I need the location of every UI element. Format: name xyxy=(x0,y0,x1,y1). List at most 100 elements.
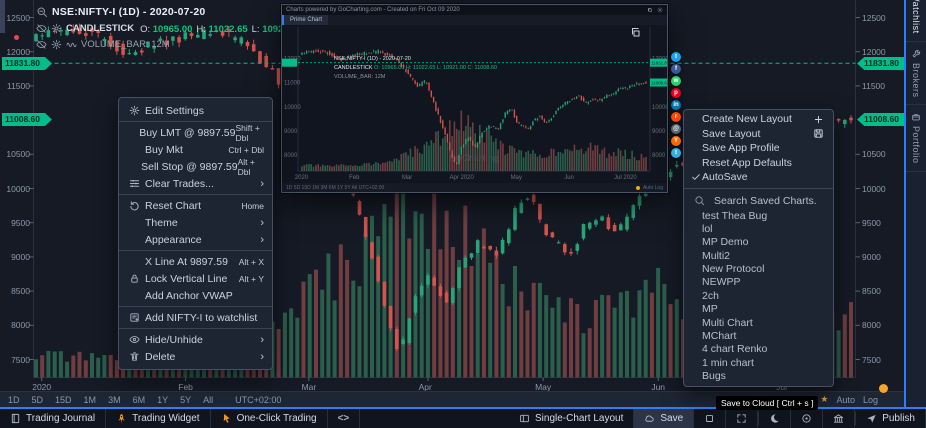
sidebar-tab-brokers[interactable]: Brokers xyxy=(906,42,926,106)
preview-legend-symbol: NSE:NIFTY-I (1D) - 2020-07-20 xyxy=(334,55,411,63)
rocket-icon xyxy=(116,413,127,424)
saved-chart-item[interactable]: MChart xyxy=(684,330,833,343)
layout-menu-item[interactable]: AutoSave xyxy=(684,170,833,185)
svg-text:8000: 8000 xyxy=(652,153,666,159)
saved-chart-item[interactable]: Multi Chart xyxy=(684,317,833,330)
share-pinterest-button[interactable]: p xyxy=(671,88,681,98)
range-button-all[interactable]: All xyxy=(203,395,213,405)
saved-chart-item[interactable]: MP Demo xyxy=(684,236,833,249)
range-button-1d[interactable]: 1D xyxy=(8,395,20,405)
share-email-button[interactable]: @ xyxy=(671,124,681,134)
menu-item[interactable]: Edit Settings xyxy=(119,102,272,119)
toolbar-button-label: Single-Chart Layout xyxy=(535,413,623,424)
toolbar-one-click-trading-button[interactable]: One-Click Trading xyxy=(211,409,328,428)
wrench-icon xyxy=(911,49,921,59)
svg-text:Apr 2020: Apr 2020 xyxy=(450,175,475,181)
svg-text:10000: 10000 xyxy=(652,105,667,111)
eye-icon xyxy=(129,334,140,345)
collapsed-toolbar-strip[interactable] xyxy=(0,0,5,33)
range-button-6m[interactable]: 6M xyxy=(133,395,146,405)
saved-chart-item[interactable]: NEWPP xyxy=(684,276,833,289)
auto-scale-toggle[interactable]: Auto xyxy=(836,395,855,405)
ohlc-key: L: xyxy=(252,24,263,35)
toolbar-single-chart-layout-button[interactable]: Single-Chart Layout xyxy=(509,409,634,428)
share-twitter-button[interactable]: t xyxy=(671,52,681,62)
sidebar-tab-portfolio[interactable]: Portfolio xyxy=(906,105,926,172)
saved-chart-item[interactable]: lol xyxy=(684,223,833,236)
toolbar-target-button[interactable] xyxy=(791,409,823,428)
saved-chart-item[interactable]: 2ch xyxy=(684,290,833,303)
code-icon: <> xyxy=(338,413,350,424)
menu-section: Edit Settings xyxy=(119,100,272,121)
toolbar-moon-button[interactable] xyxy=(759,409,791,428)
saved-charts-list: test Thea BuglolMP DemoMulti2New Protoco… xyxy=(684,210,833,384)
saved-chart-item[interactable]: 1 min chart xyxy=(684,357,833,370)
saved-chart-item[interactable]: New Protocol xyxy=(684,263,833,276)
share-hackernews-button[interactable]: Y xyxy=(671,136,681,146)
gear-icon[interactable] xyxy=(51,23,62,34)
share-whatsapp-button[interactable]: w xyxy=(671,76,681,86)
saved-chart-item[interactable]: test Thea Bug xyxy=(684,210,833,223)
log-scale-toggle[interactable]: Log xyxy=(863,395,878,405)
timezone-label[interactable]: UTC+02:00 xyxy=(235,395,281,405)
toolbar-publish-button[interactable]: Publish xyxy=(856,409,926,428)
toolbar-trading-widget-button[interactable]: Trading Widget xyxy=(106,409,210,428)
range-button-15d[interactable]: 15D xyxy=(55,395,72,405)
saved-chart-item[interactable]: 4 chart Renko xyxy=(684,343,833,356)
share-telegram-button[interactable]: t xyxy=(671,148,681,158)
ohlc-value: 10965.00 xyxy=(153,24,193,35)
menu-item[interactable]: Sell Stop @ 9897.59Alt + Dbl xyxy=(119,158,272,175)
range-button-3m[interactable]: 3M xyxy=(108,395,121,405)
star-icon[interactable]: ★ xyxy=(820,394,828,405)
menu-item[interactable]: Add NIFTY-I to watchlist xyxy=(119,309,272,326)
sidebar-tab-watchlist[interactable]: Watchlist xyxy=(906,0,926,42)
layout-menu-item[interactable]: Reset App Defaults xyxy=(684,156,833,171)
preview-legend-volume: VOLUME_BAR: 12M xyxy=(334,73,385,81)
toolbar-expand-button[interactable] xyxy=(726,409,758,428)
layout-menu-item[interactable]: Save Layout xyxy=(684,127,833,142)
sidebar-tab-label: Brokers xyxy=(911,63,921,98)
toolbar-square-button[interactable] xyxy=(694,409,726,428)
book-icon xyxy=(10,413,21,424)
range-button-1m[interactable]: 1M xyxy=(84,395,97,405)
toolbar-bank-button[interactable] xyxy=(823,409,855,428)
range-button-1y[interactable]: 1Y xyxy=(157,395,168,405)
layout-menu-item[interactable]: Create New Layout xyxy=(684,112,833,127)
menu-item[interactable]: Reset ChartHome xyxy=(119,197,272,214)
share-linkedin-button[interactable]: in xyxy=(671,100,681,110)
menu-item[interactable]: Buy LMT @ 9897.59Shift + Dbl xyxy=(119,124,272,141)
range-button-5d[interactable]: 5D xyxy=(32,395,44,405)
menu-item-shortcut: Alt + X xyxy=(239,257,264,267)
layout-menu-item[interactable]: Save App Profile xyxy=(684,141,833,156)
price-tick-label: 9000 xyxy=(862,252,892,262)
menu-item[interactable]: Clear Trades...› xyxy=(119,175,272,192)
bank-icon xyxy=(833,413,844,424)
eyeoff-icon[interactable] xyxy=(36,23,47,34)
menu-item[interactable]: Hide/Unhide› xyxy=(119,331,272,348)
toolbar-save-button[interactable]: Save xyxy=(634,409,694,428)
menu-item[interactable]: Theme› xyxy=(119,214,272,231)
menu-item[interactable]: X Line At 9897.59Alt + X xyxy=(119,253,272,270)
toolbar---button[interactable]: <> xyxy=(328,409,361,428)
gear-icon xyxy=(657,7,663,13)
menu-item[interactable]: Add Anchor VWAP xyxy=(119,287,272,304)
menu-item[interactable]: Delete› xyxy=(119,348,272,365)
toolbar-trading-journal-button[interactable]: Trading Journal xyxy=(0,409,106,428)
saved-chart-item[interactable]: MP xyxy=(684,303,833,316)
gear-icon[interactable] xyxy=(51,39,62,50)
submenu-arrow-icon: › xyxy=(260,179,264,189)
share-facebook-button[interactable]: f xyxy=(671,64,681,74)
share-reddit-button[interactable]: r xyxy=(671,112,681,122)
menu-item[interactable]: Lock Vertical LineAlt + Y xyxy=(119,270,272,287)
menu-item[interactable]: Appearance› xyxy=(119,231,272,248)
saved-charts-search[interactable] xyxy=(684,188,833,210)
search-input[interactable] xyxy=(712,194,851,208)
saved-chart-item[interactable]: Bugs xyxy=(684,370,833,383)
svg-text:Jun: Jun xyxy=(564,175,574,181)
saved-chart-item[interactable]: Multi2 xyxy=(684,250,833,263)
menu-item[interactable]: Buy MktCtrl + Dbl xyxy=(119,141,272,158)
eyeoff-icon[interactable] xyxy=(36,39,47,50)
preview-chart-canvas: 1200012000110001100010000100009000900080… xyxy=(282,25,667,183)
svg-text:2020: 2020 xyxy=(295,175,309,181)
range-button-5y[interactable]: 5Y xyxy=(180,395,191,405)
